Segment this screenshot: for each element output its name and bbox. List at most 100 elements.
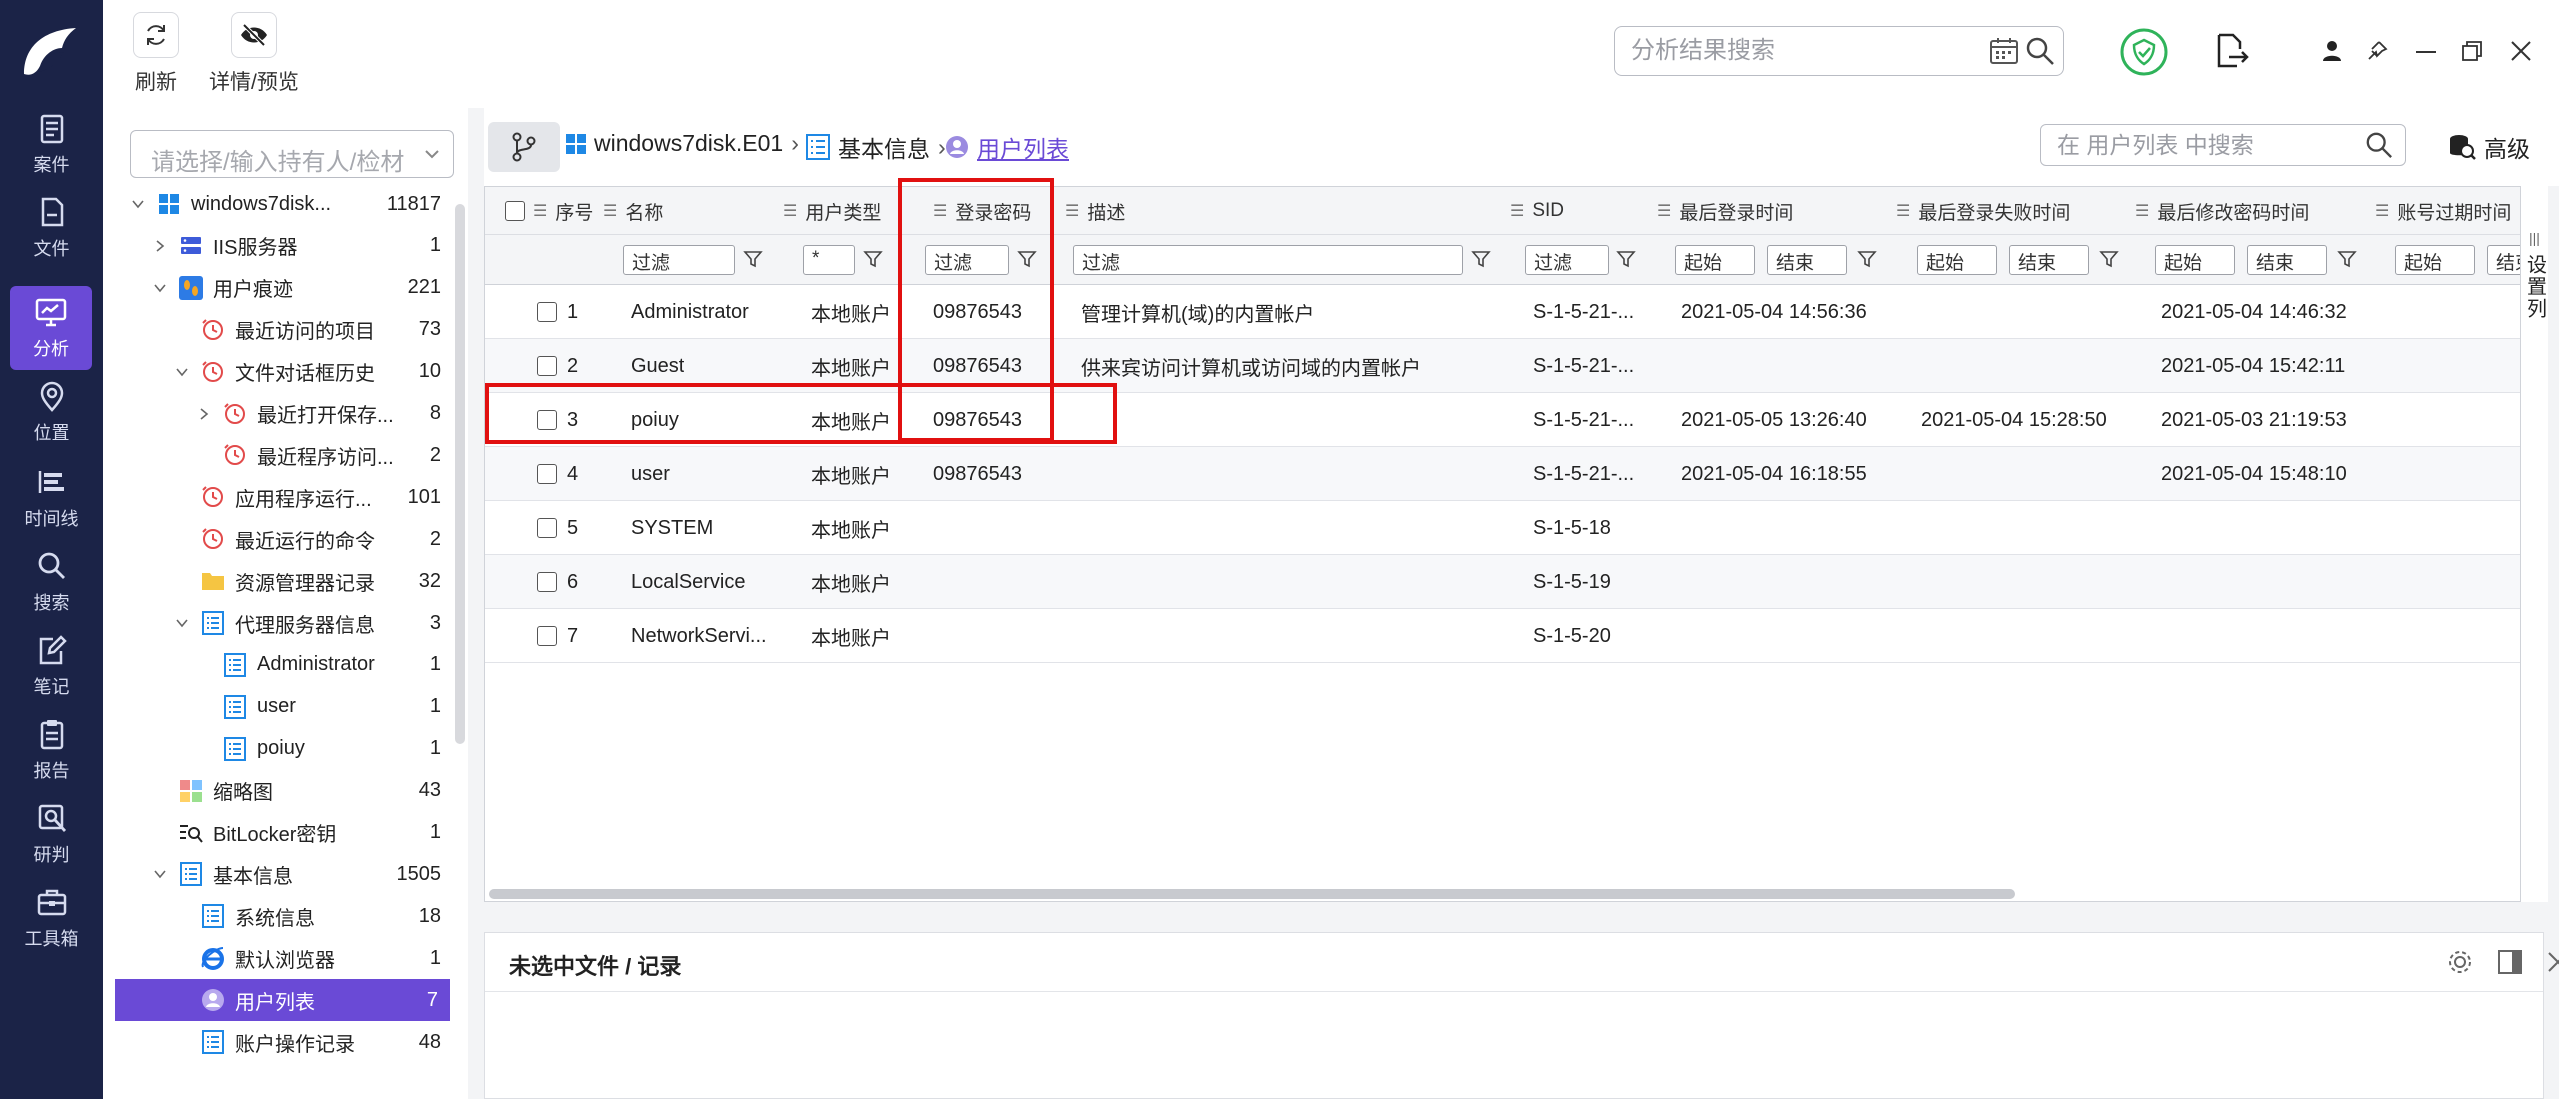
filter-funnel-icon[interactable] [863, 249, 883, 269]
search-icon[interactable] [2025, 36, 2055, 66]
filter-input[interactable]: 过滤 [623, 245, 735, 275]
layout-toggle-icon[interactable] [2497, 949, 2523, 975]
tree-item[interactable]: windows7disk... 11817 [103, 183, 453, 225]
tree-scrollbar[interactable] [455, 204, 465, 744]
minimize-icon[interactable] [2416, 51, 2436, 53]
row-checkbox[interactable] [537, 626, 557, 646]
filter-input[interactable]: 过滤 [925, 245, 1009, 275]
nav-toolbox[interactable]: 工具箱 [0, 876, 103, 960]
column-header[interactable]: ☰ 描述 [1065, 187, 1125, 235]
filter-input[interactable]: 过滤 [1073, 245, 1463, 275]
tree-item[interactable]: 最近程序访问... 2 [103, 434, 453, 476]
search-icon[interactable] [2365, 131, 2393, 159]
table-row[interactable]: 5 SYSTEM 本地账户 S-1-5-18 [485, 501, 2543, 555]
table-row[interactable]: 6 LocalService 本地账户 S-1-5-19 [485, 555, 2543, 609]
advanced-search-button[interactable]: 高级 [2448, 130, 2530, 164]
filter-input[interactable]: 结束 [2247, 245, 2327, 275]
nav-location[interactable]: 位置 [0, 370, 103, 454]
tree-item[interactable]: IIS服务器 1 [103, 225, 453, 267]
tree-item[interactable]: 资源管理器记录 32 [103, 560, 453, 602]
restore-icon[interactable] [2462, 41, 2482, 61]
table-row[interactable]: 3 poiuy 本地账户 09876543 S-1-5-21-... 2021-05-05… [485, 393, 2543, 447]
crumb-current[interactable]: 用户列表 [945, 130, 1069, 164]
shield-status-icon[interactable] [2119, 27, 2169, 77]
column-header[interactable]: ☰ 最后登录失败时间 [1896, 187, 2070, 235]
row-checkbox[interactable] [537, 356, 557, 376]
tree-item[interactable]: 用户列表 7 [115, 979, 450, 1022]
filter-funnel-icon[interactable] [1017, 249, 1037, 269]
filter-input[interactable]: * [803, 245, 855, 275]
column-header[interactable]: ☰ 用户类型 [783, 187, 881, 235]
tree-item[interactable]: 缩略图 43 [103, 770, 453, 812]
chevron-down-icon[interactable] [127, 193, 149, 215]
table-row[interactable]: 1 Administrator 本地账户 09876543 管理计算机(域)的内置帐户 S… [485, 285, 2543, 339]
export-icon[interactable] [2215, 33, 2249, 69]
chevron-right-icon[interactable] [193, 403, 215, 425]
nav-case[interactable]: 案件 [0, 102, 103, 186]
refresh-button[interactable]: 刷新 [133, 12, 179, 96]
set-columns-button[interactable]: ||| 设置列 [2520, 186, 2548, 902]
detail-preview-button[interactable]: 详情/预览 [209, 12, 299, 96]
column-header[interactable]: ☰ 最后修改密码时间 [2135, 187, 2309, 235]
tree-item[interactable]: user 1 [103, 686, 453, 728]
filter-input[interactable]: 起始 [2395, 245, 2475, 275]
branch-toggle-button[interactable] [488, 122, 560, 172]
chevron-right-icon[interactable] [149, 235, 171, 257]
tree-item[interactable]: 文件对话框历史 10 [103, 351, 453, 393]
column-header[interactable]: ☰ 登录密码 [933, 187, 1031, 235]
filter-funnel-icon[interactable] [1471, 249, 1491, 269]
tree-item[interactable]: 默认浏览器 1 [103, 937, 453, 979]
close-icon[interactable] [2511, 41, 2531, 61]
chevron-down-icon[interactable] [171, 612, 193, 634]
nav-report[interactable]: 报告 [0, 708, 103, 792]
column-header[interactable]: ☰ 账号过期时间 [2375, 187, 2511, 235]
tree-item[interactable]: 用户痕迹 221 [103, 267, 453, 309]
filter-input[interactable]: 起始 [1675, 245, 1755, 275]
tree-item[interactable]: 应用程序运行... 101 [103, 476, 453, 518]
nav-timeline[interactable]: 时间线 [0, 456, 103, 540]
gear-icon[interactable] [2447, 949, 2473, 975]
tree-item[interactable]: poiuy 1 [103, 728, 453, 770]
filter-input[interactable]: 过滤 [1525, 245, 1609, 275]
tree-item[interactable]: 账户操作记录 48 [103, 1021, 453, 1063]
user-icon[interactable] [2322, 40, 2342, 62]
filter-input[interactable]: 起始 [1917, 245, 1997, 275]
close-icon[interactable] [2547, 951, 2559, 973]
row-checkbox[interactable] [537, 410, 557, 430]
column-header[interactable]: ☰ 名称 [603, 187, 663, 235]
filter-input[interactable]: 结束 [2009, 245, 2089, 275]
filter-funnel-icon[interactable] [2099, 249, 2119, 269]
tree-item[interactable]: 最近运行的命令 2 [103, 518, 453, 560]
row-checkbox[interactable] [537, 302, 557, 322]
chevron-down-icon[interactable] [149, 277, 171, 299]
row-checkbox[interactable] [537, 572, 557, 592]
filter-funnel-icon[interactable] [1616, 249, 1636, 269]
pin-icon[interactable] [2366, 40, 2388, 62]
holder-select[interactable]: 请选择/输入持有人/检材 [130, 130, 454, 178]
filter-funnel-icon[interactable] [2337, 249, 2357, 269]
filter-input[interactable]: 结束 [1767, 245, 1847, 275]
chevron-down-icon[interactable] [171, 361, 193, 383]
tree-item[interactable]: Administrator 1 [103, 644, 453, 686]
filter-input[interactable]: 起始 [2155, 245, 2235, 275]
filter-funnel-icon[interactable] [743, 249, 763, 269]
crumb-section[interactable]: 基本信息 › [806, 130, 946, 164]
nav-file[interactable]: 文件 [0, 186, 103, 270]
column-header[interactable]: ☰ 序号 [533, 187, 593, 235]
horizontal-scrollbar[interactable] [489, 889, 2015, 899]
table-row[interactable]: 2 Guest 本地账户 09876543 供来宾访问计算机或访问域的内置帐户 S-1-5… [485, 339, 2543, 393]
filter-funnel-icon[interactable] [1857, 249, 1877, 269]
list-search-input[interactable] [2055, 131, 2345, 159]
crumb-disk[interactable]: windows7disk.E01 › [566, 130, 799, 157]
nav-judge[interactable]: 研判 [0, 792, 103, 876]
row-checkbox[interactable] [537, 518, 557, 538]
tree-item[interactable]: BitLocker密钥 1 [103, 812, 453, 854]
tree-item[interactable]: 最近访问的项目 73 [103, 309, 453, 351]
row-checkbox[interactable] [537, 464, 557, 484]
nav-note[interactable]: 笔记 [0, 624, 103, 708]
tree-item[interactable]: 基本信息 1505 [103, 853, 453, 895]
nav-search[interactable]: 搜索 [0, 540, 103, 624]
tree-item[interactable]: 代理服务器信息 3 [103, 602, 453, 644]
select-all-checkbox[interactable] [505, 201, 525, 221]
tree-item[interactable]: 最近打开保存... 8 [103, 393, 453, 435]
